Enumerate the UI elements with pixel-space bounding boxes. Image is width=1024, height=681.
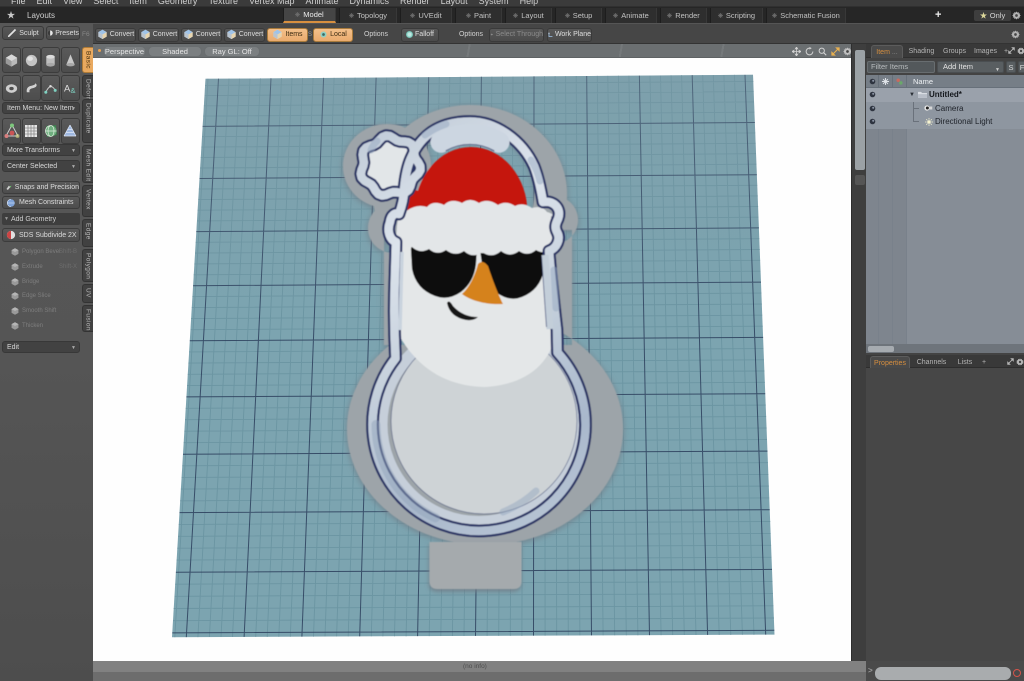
svg-text:&: & (70, 86, 75, 95)
